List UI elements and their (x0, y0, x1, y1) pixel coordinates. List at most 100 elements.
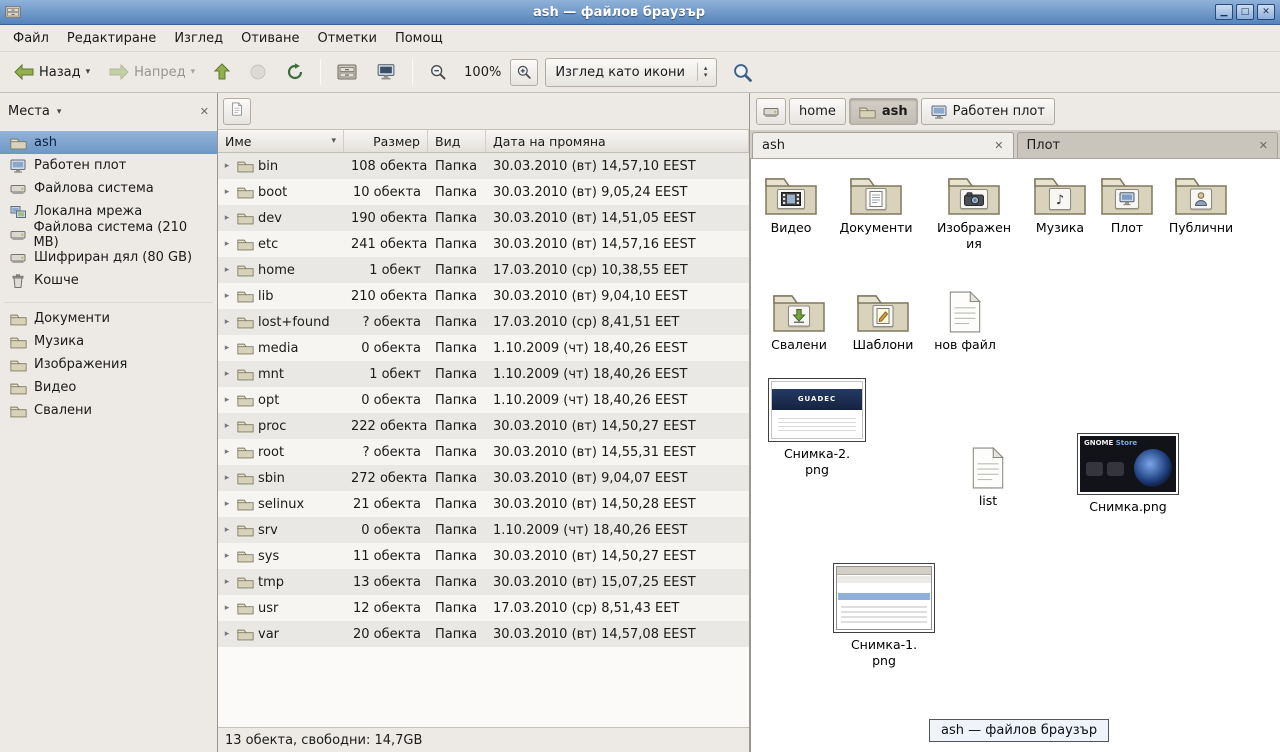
tab-bar: ash✕Плот✕ (750, 130, 1280, 159)
table-row[interactable]: ▸proc222 обектаПапка30.03.2010 (вт) 14,5… (218, 413, 749, 439)
expander-icon[interactable]: ▸ (221, 265, 233, 275)
table-row[interactable]: ▸media0 обектаПапка1.10.2009 (чт) 18,40,… (218, 335, 749, 361)
expander-icon[interactable]: ▸ (221, 421, 233, 431)
expander-icon[interactable]: ▸ (221, 499, 233, 509)
table-row[interactable]: ▸dev190 обектаПапка30.03.2010 (вт) 14,51… (218, 205, 749, 231)
expander-icon[interactable]: ▸ (221, 447, 233, 457)
zoom-out-button[interactable] (421, 57, 455, 87)
stop-button[interactable] (241, 57, 275, 87)
sidebar-item-filesystem[interactable]: Файлова система (0, 177, 217, 200)
sidebar-item-documents[interactable]: Документи (0, 307, 217, 330)
menu-edit[interactable]: Редактиране (58, 27, 165, 50)
column-header-name[interactable]: Име ▾ (218, 130, 344, 152)
expander-icon[interactable]: ▸ (221, 525, 233, 535)
sidebar-item-music[interactable]: Музика (0, 330, 217, 353)
breadcrumb-ash[interactable]: ash (849, 98, 918, 125)
up-button[interactable] (206, 57, 238, 87)
icon-item-snimka-1[interactable]: Снимка-1. png (834, 563, 934, 670)
icon-item-list[interactable]: list (938, 447, 1038, 509)
back-button[interactable]: Назад ▾ (6, 57, 98, 87)
tab-plot[interactable]: Плот✕ (1017, 132, 1279, 158)
sidebar-dropdown-icon[interactable]: ▾ (57, 107, 62, 117)
menu-bookmarks[interactable]: Отметки (308, 27, 385, 50)
expander-icon[interactable]: ▸ (221, 213, 233, 223)
sidebar-item-downloads[interactable]: Свалени (0, 399, 217, 422)
expander-icon[interactable]: ▸ (221, 317, 233, 327)
table-row[interactable]: ▸bin108 обектаПапка30.03.2010 (вт) 14,57… (218, 153, 749, 179)
expander-icon[interactable]: ▸ (221, 187, 233, 197)
sidebar-list: ashРаботен плотФайлова системаЛокална мр… (0, 130, 217, 752)
close-button[interactable]: ✕ (1257, 4, 1275, 20)
forward-button[interactable]: Напред ▾ (101, 57, 203, 87)
expander-icon[interactable]: ▸ (221, 629, 233, 639)
column-header-size[interactable]: Размер (344, 130, 428, 152)
menu-help[interactable]: Помощ (386, 27, 452, 50)
breadcrumb-home[interactable]: home (789, 98, 846, 125)
column-header-modified[interactable]: Дата на промяна (486, 130, 749, 152)
expander-icon[interactable]: ▸ (221, 161, 233, 171)
reload-button[interactable] (278, 57, 312, 87)
expander-icon[interactable]: ▸ (221, 239, 233, 249)
computer-button[interactable] (368, 57, 404, 87)
expander-icon[interactable]: ▸ (221, 395, 233, 405)
icon-item-pictures[interactable]: Изображен ия (924, 172, 1024, 253)
tab-ash[interactable]: ash✕ (752, 132, 1014, 158)
icon-view[interactable]: ash — файлов браузър ВидеоДокументиИзобр… (750, 159, 1280, 752)
table-row[interactable]: ▸etc241 обектаПапка30.03.2010 (вт) 14,57… (218, 231, 749, 257)
table-row[interactable]: ▸selinux21 обектаПапка30.03.2010 (вт) 14… (218, 491, 749, 517)
table-row[interactable]: ▸opt0 обектаПапка1.10.2009 (чт) 18,40,26… (218, 387, 749, 413)
cell-type: Папка (428, 237, 486, 252)
search-button[interactable] (724, 57, 761, 87)
table-row[interactable]: ▸var20 обектаПапка30.03.2010 (вт) 14,57,… (218, 621, 749, 647)
breadcrumb-desktop[interactable]: Работен плот (921, 98, 1055, 125)
table-row[interactable]: ▸lib210 обектаПапка30.03.2010 (вт) 9,04,… (218, 283, 749, 309)
sidebar-item-trash[interactable]: Кошче (0, 269, 217, 292)
sidebar-close-icon[interactable]: ✕ (200, 105, 209, 118)
tab-close-icon[interactable]: ✕ (1259, 139, 1268, 152)
icon-item-public[interactable]: Публични (1151, 172, 1251, 236)
expander-icon[interactable]: ▸ (221, 343, 233, 353)
back-history-dropdown-icon[interactable]: ▾ (86, 67, 91, 77)
minimize-button[interactable]: ▁ (1215, 4, 1233, 20)
view-mode-combobox[interactable]: Изглед като икони ▴▾ (545, 58, 717, 87)
sidebar-item-video[interactable]: Видео (0, 376, 217, 399)
expander-icon[interactable]: ▸ (221, 551, 233, 561)
table-row[interactable]: ▸srv0 обектаПапка1.10.2009 (чт) 18,40,26… (218, 517, 749, 543)
table-row[interactable]: ▸home1 обектПапка17.03.2010 (ср) 10,38,5… (218, 257, 749, 283)
icon-item-documents[interactable]: Документи (826, 172, 926, 236)
titlebar[interactable]: ash — файлов браузър ▁ □ ✕ (0, 0, 1280, 25)
icon-item-new-file[interactable]: нов файл (915, 291, 1015, 353)
table-row[interactable]: ▸root? обектаПапка30.03.2010 (вт) 14,55,… (218, 439, 749, 465)
sidebar-item-filesystem-210mb[interactable]: Файлова система (210 MB) (0, 223, 217, 246)
table-row[interactable]: ▸sys11 обектаПапка30.03.2010 (вт) 14,50,… (218, 543, 749, 569)
table-row[interactable]: ▸sbin272 обектаПапка30.03.2010 (вт) 9,04… (218, 465, 749, 491)
zoom-in-button[interactable] (510, 59, 538, 86)
menu-go[interactable]: Отиване (232, 27, 308, 50)
expander-icon[interactable]: ▸ (221, 603, 233, 613)
menu-view[interactable]: Изглед (165, 27, 232, 50)
expander-icon[interactable]: ▸ (221, 473, 233, 483)
location-bar-toggle-button[interactable] (223, 98, 251, 125)
expander-icon[interactable]: ▸ (221, 577, 233, 587)
icon-item-snimka-2[interactable]: GUADECСнимка-2. png (767, 378, 867, 479)
sidebar-title[interactable]: Места (8, 104, 50, 119)
expander-icon[interactable]: ▸ (221, 369, 233, 379)
column-header-type[interactable]: Вид (428, 130, 486, 152)
table-row[interactable]: ▸usr12 обектаПапка17.03.2010 (ср) 8,51,4… (218, 595, 749, 621)
expander-icon[interactable]: ▸ (221, 291, 233, 301)
table-row[interactable]: ▸mnt1 обектПапка1.10.2009 (чт) 18,40,26 … (218, 361, 749, 387)
menubar: ФайлРедактиранеИзгледОтиванеОтметкиПомощ (0, 25, 1280, 52)
tab-close-icon[interactable]: ✕ (994, 139, 1003, 152)
home-button[interactable] (329, 57, 365, 87)
sidebar-item-ash[interactable]: ash (0, 131, 217, 154)
sidebar-item-desktop[interactable]: Работен плот (0, 154, 217, 177)
table-row[interactable]: ▸lost+found? обектаПапка17.03.2010 (ср) … (218, 309, 749, 335)
breadcrumb-label: ash (882, 104, 908, 119)
maximize-button[interactable]: □ (1236, 4, 1254, 20)
breadcrumb-root[interactable] (756, 98, 786, 125)
table-row[interactable]: ▸boot10 обектаПапка30.03.2010 (вт) 9,05,… (218, 179, 749, 205)
menu-file[interactable]: Файл (4, 27, 58, 50)
table-row[interactable]: ▸tmp13 обектаПапка30.03.2010 (вт) 15,07,… (218, 569, 749, 595)
icon-item-snimka[interactable]: GNOME StoreСнимка.png (1078, 433, 1178, 515)
sidebar-item-pictures[interactable]: Изображения (0, 353, 217, 376)
